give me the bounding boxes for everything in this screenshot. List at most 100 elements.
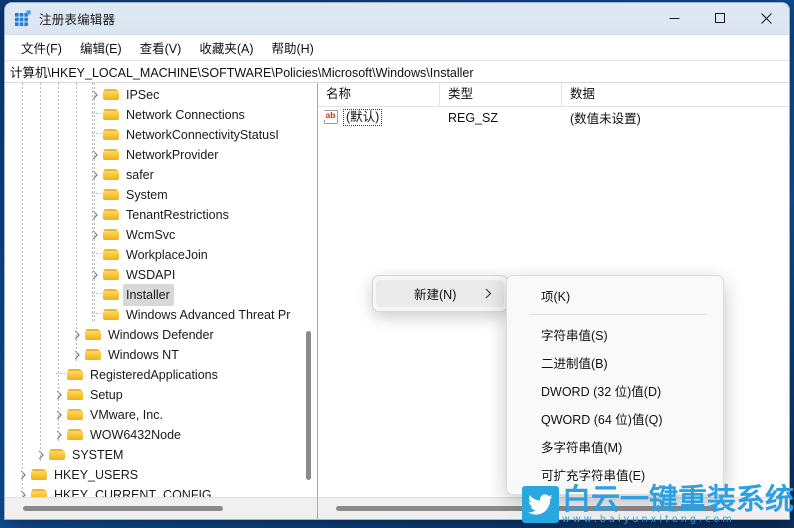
value-column-header: 名称 类型 数据: [318, 83, 789, 107]
tree-item-safer[interactable]: safer: [5, 165, 317, 185]
tree-item-hkey-users[interactable]: HKEY_USERS: [5, 465, 317, 485]
registry-tree-pane: IPSec Network Connections NetworkConnectiv…: [5, 83, 318, 519]
tree-item-windows-advanced-threat-pr[interactable]: Windows Advanced Threat Pr: [5, 305, 317, 325]
submenu-item-expandstring[interactable]: 可扩充字符串值(E): [511, 460, 719, 488]
submenu-item-qword[interactable]: QWORD (64 位)值(Q): [511, 404, 719, 432]
window-controls: [651, 3, 789, 34]
chevron-right-icon[interactable]: [51, 425, 67, 445]
column-data[interactable]: 数据: [562, 83, 789, 106]
chevron-right-icon: [485, 288, 496, 299]
value-name: (默认): [343, 109, 383, 126]
chevron-right-icon[interactable]: [87, 85, 103, 105]
tree-item-hkey-current-config[interactable]: HKEY_CURRENT_CONFIG: [5, 485, 317, 497]
submenu-item-expandstring-label: 可扩充字符串值(E): [541, 468, 646, 483]
context-menu-item-new[interactable]: 新建(N): [376, 280, 504, 307]
tree-item-network-connections[interactable]: Network Connections: [5, 105, 317, 125]
chevron-right-icon[interactable]: [87, 205, 103, 225]
folder-icon: [85, 345, 102, 365]
tree-item-label: WorkplaceJoin: [126, 248, 208, 262]
folder-icon: [103, 205, 120, 225]
title-bar-left: 注册表编辑器: [5, 9, 115, 28]
tree-item-label: WcmSvc: [126, 228, 176, 242]
close-button[interactable]: [743, 3, 789, 34]
chevron-right-icon[interactable]: [51, 385, 67, 405]
tree-item-windows-nt[interactable]: Windows NT: [5, 345, 317, 365]
tree-item-label: Network Connections: [126, 108, 245, 122]
chevron-right-icon[interactable]: [87, 165, 103, 185]
tree-item-system[interactable]: SYSTEM: [5, 445, 317, 465]
title-bar[interactable]: 注册表编辑器: [5, 3, 789, 35]
folder-icon: [67, 365, 84, 385]
minimize-button[interactable]: [651, 3, 697, 34]
tree-item-vmware-inc[interactable]: VMware, Inc.: [5, 405, 317, 425]
menu-file[interactable]: 文件(F): [12, 35, 71, 61]
submenu-item-string[interactable]: 字符串值(S): [511, 320, 719, 348]
column-type[interactable]: 类型: [440, 83, 562, 106]
tree-vertical-scrollbar[interactable]: [301, 83, 316, 497]
tree-item-workplacejoin[interactable]: WorkplaceJoin: [5, 245, 317, 265]
chevron-right-icon[interactable]: [87, 145, 103, 165]
submenu-item-binary[interactable]: 二进制值(B): [511, 348, 719, 376]
tree-item-label: System: [126, 188, 168, 202]
tree-item-wsdapi[interactable]: WSDAPI: [5, 265, 317, 285]
folder-icon: [103, 125, 120, 145]
tree-horizontal-scrollbar-thumb[interactable]: [23, 506, 223, 511]
submenu-item-key-label: 项(K): [541, 289, 571, 304]
chevron-right-icon[interactable]: [51, 405, 67, 425]
tree-item-wcmsvc[interactable]: WcmSvc: [5, 225, 317, 245]
tree-item-installer[interactable]: Installer: [5, 284, 317, 306]
chevron-right-icon[interactable]: [87, 265, 103, 285]
menu-help[interactable]: 帮助(H): [262, 35, 322, 61]
chevron-right-icon[interactable]: [15, 485, 31, 497]
menu-view[interactable]: 查看(V): [131, 35, 191, 61]
chevron-right-icon[interactable]: [33, 445, 49, 465]
column-name[interactable]: 名称: [318, 83, 440, 106]
tree-horizontal-scrollbar[interactable]: [5, 497, 317, 519]
tree-item-system[interactable]: System: [5, 185, 317, 205]
table-row[interactable]: ab (默认) REG_SZ (数值未设置): [318, 107, 789, 128]
tree-item-tenantrestrictions[interactable]: TenantRestrictions: [5, 205, 317, 225]
tree-item-networkprovider[interactable]: NetworkProvider: [5, 145, 317, 165]
maximize-button[interactable]: [697, 3, 743, 34]
tree-item-networkconnectivitystatusi[interactable]: NetworkConnectivityStatusI: [5, 125, 317, 145]
menu-edit[interactable]: 编辑(E): [71, 35, 131, 61]
chevron-right-icon[interactable]: [69, 325, 85, 345]
submenu-item-dword[interactable]: DWORD (32 位)值(D): [511, 376, 719, 404]
context-menu-item-new-label: 新建(N): [414, 288, 457, 302]
folder-icon: [67, 385, 84, 405]
address-bar[interactable]: 计算机\HKEY_LOCAL_MACHINE\SOFTWARE\Policies…: [5, 60, 789, 83]
tree-item-wow6432node[interactable]: WOW6432Node: [5, 425, 317, 445]
folder-icon: [103, 245, 120, 265]
submenu-item-key[interactable]: 项(K): [511, 281, 719, 309]
folder-icon: [67, 405, 84, 425]
tree-item-label: HKEY_CURRENT_CONFIG: [54, 488, 212, 497]
tree-item-label: NetworkProvider: [126, 148, 219, 162]
submenu-item-multistring[interactable]: 多字符串值(M): [511, 432, 719, 460]
context-submenu-new: 项(K) 字符串值(S) 二进制值(B) DWORD (32 位)值(D) QW…: [506, 275, 724, 495]
tree-item-label: TenantRestrictions: [126, 208, 229, 222]
folder-icon: [103, 285, 120, 305]
chevron-right-icon[interactable]: [15, 465, 31, 485]
chevron-right-icon[interactable]: [69, 345, 85, 365]
folder-icon: [31, 485, 48, 497]
folder-icon: [67, 425, 84, 445]
tree-item-label: Windows NT: [108, 348, 179, 362]
value-horizontal-scrollbar[interactable]: [318, 497, 789, 519]
chevron-right-icon[interactable]: [87, 225, 103, 245]
tree-item-registeredapplications[interactable]: RegisteredApplications: [5, 365, 317, 385]
tree-item-setup[interactable]: Setup: [5, 385, 317, 405]
registry-tree: IPSec Network Connections NetworkConnectiv…: [5, 83, 317, 497]
context-menu: 新建(N): [372, 275, 508, 312]
tree-vertical-scrollbar-thumb[interactable]: [306, 331, 311, 480]
folder-icon: [103, 145, 120, 165]
folder-icon: [103, 265, 120, 285]
value-horizontal-scrollbar-thumb[interactable]: [336, 506, 716, 511]
tree-item-windows-defender[interactable]: Windows Defender: [5, 325, 317, 345]
tree-item-ipsec[interactable]: IPSec: [5, 85, 317, 105]
menu-favorites[interactable]: 收藏夹(A): [190, 35, 262, 61]
